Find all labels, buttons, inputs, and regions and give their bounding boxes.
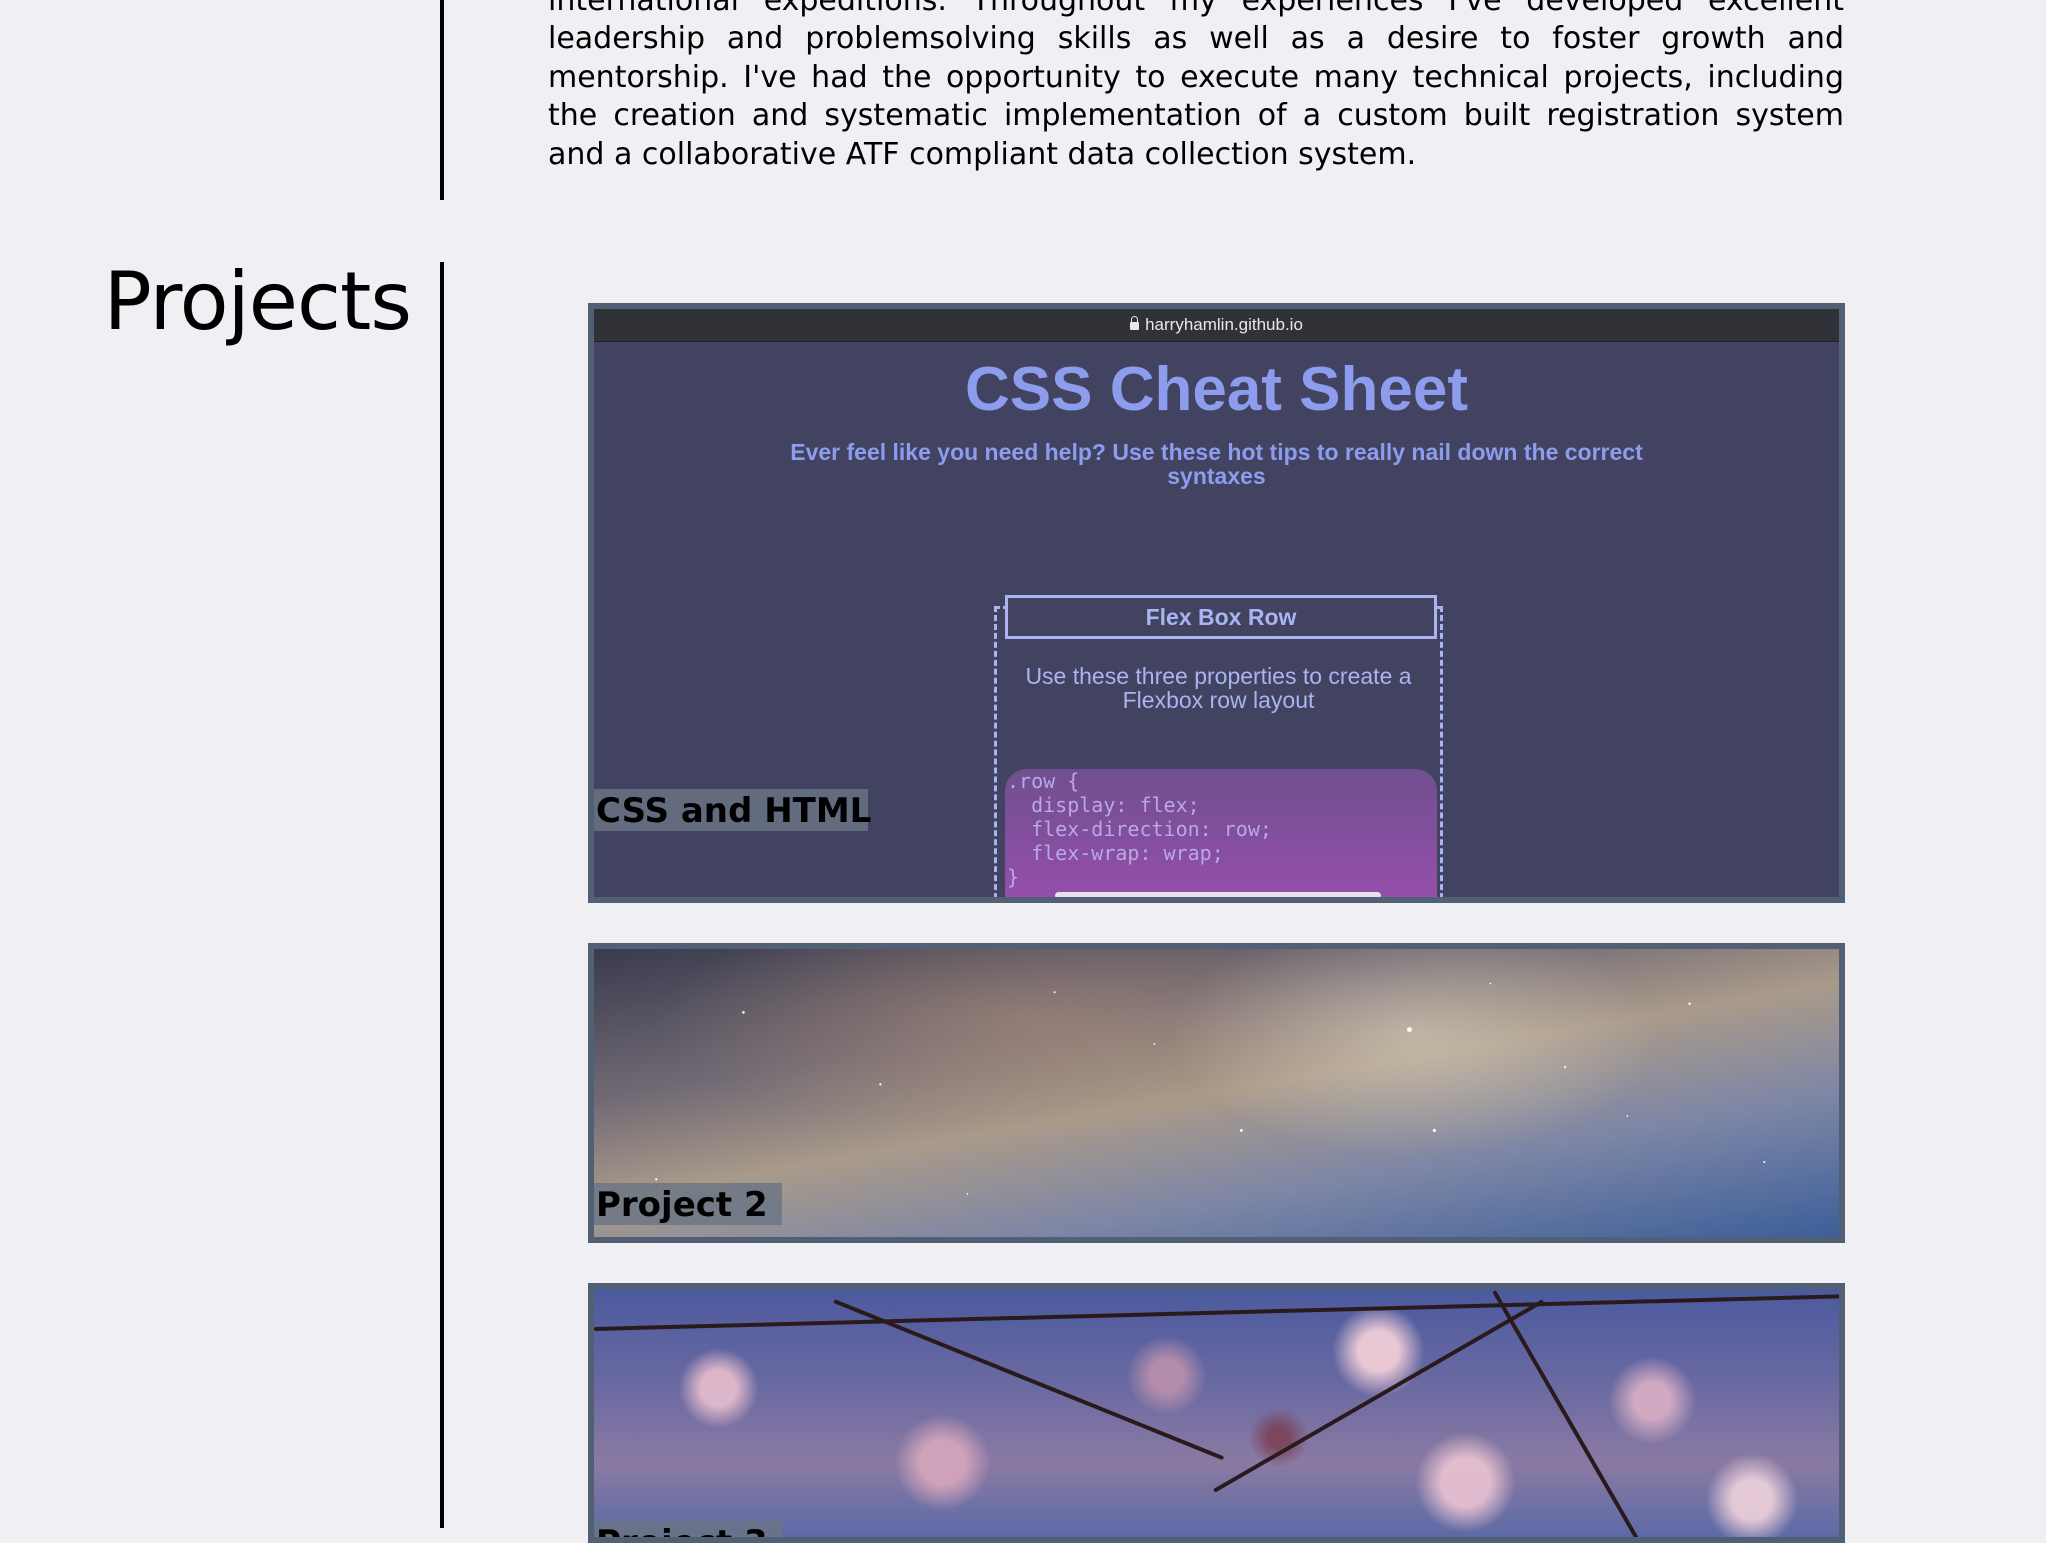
branch-graphic bbox=[833, 1299, 1225, 1461]
browser-url: harryhamlin.github.io bbox=[1145, 315, 1303, 334]
projects-heading: Projects bbox=[103, 255, 412, 348]
branch-graphic bbox=[1492, 1290, 1646, 1537]
code-scrollbar bbox=[1055, 892, 1381, 897]
section-divider bbox=[440, 0, 444, 200]
preview-title: CSS Cheat Sheet bbox=[964, 355, 1469, 424]
cherry-blossom-image bbox=[594, 1289, 1839, 1537]
preview-section-description: Use these three properties to create a F… bbox=[1025, 663, 1412, 713]
preview-flexbox-section: Flex Box Row Use these three properties … bbox=[994, 595, 1443, 897]
project-label[interactable]: Project 3 bbox=[594, 1521, 782, 1537]
project-label[interactable]: Project 2 bbox=[594, 1183, 782, 1225]
preview-subtitle: Ever feel like you need help? Use these … bbox=[790, 439, 1643, 489]
lock-icon bbox=[1130, 316, 1140, 330]
browser-address-bar: harryhamlin.github.io bbox=[594, 309, 1839, 342]
preview-code-text: .row { display: flex; flex-direction: ro… bbox=[1007, 769, 1272, 889]
project-label[interactable]: CSS and HTML bbox=[594, 789, 871, 831]
branch-graphic bbox=[594, 1294, 1839, 1331]
project-card-css-html[interactable]: harryhamlin.github.io CSS Cheat Sheet Ev… bbox=[588, 303, 1845, 903]
preview-section-title: Flex Box Row bbox=[1005, 595, 1437, 639]
project-card-2[interactable]: Project 2 bbox=[588, 943, 1845, 1243]
branch-graphic bbox=[1213, 1299, 1545, 1493]
about-paragraph: international expeditions. Throughout my… bbox=[548, 0, 1844, 172]
project-card-3[interactable]: Project 3 bbox=[588, 1283, 1845, 1543]
preview-code-block: .row { display: flex; flex-direction: ro… bbox=[1005, 769, 1437, 897]
section-divider bbox=[440, 262, 444, 1528]
